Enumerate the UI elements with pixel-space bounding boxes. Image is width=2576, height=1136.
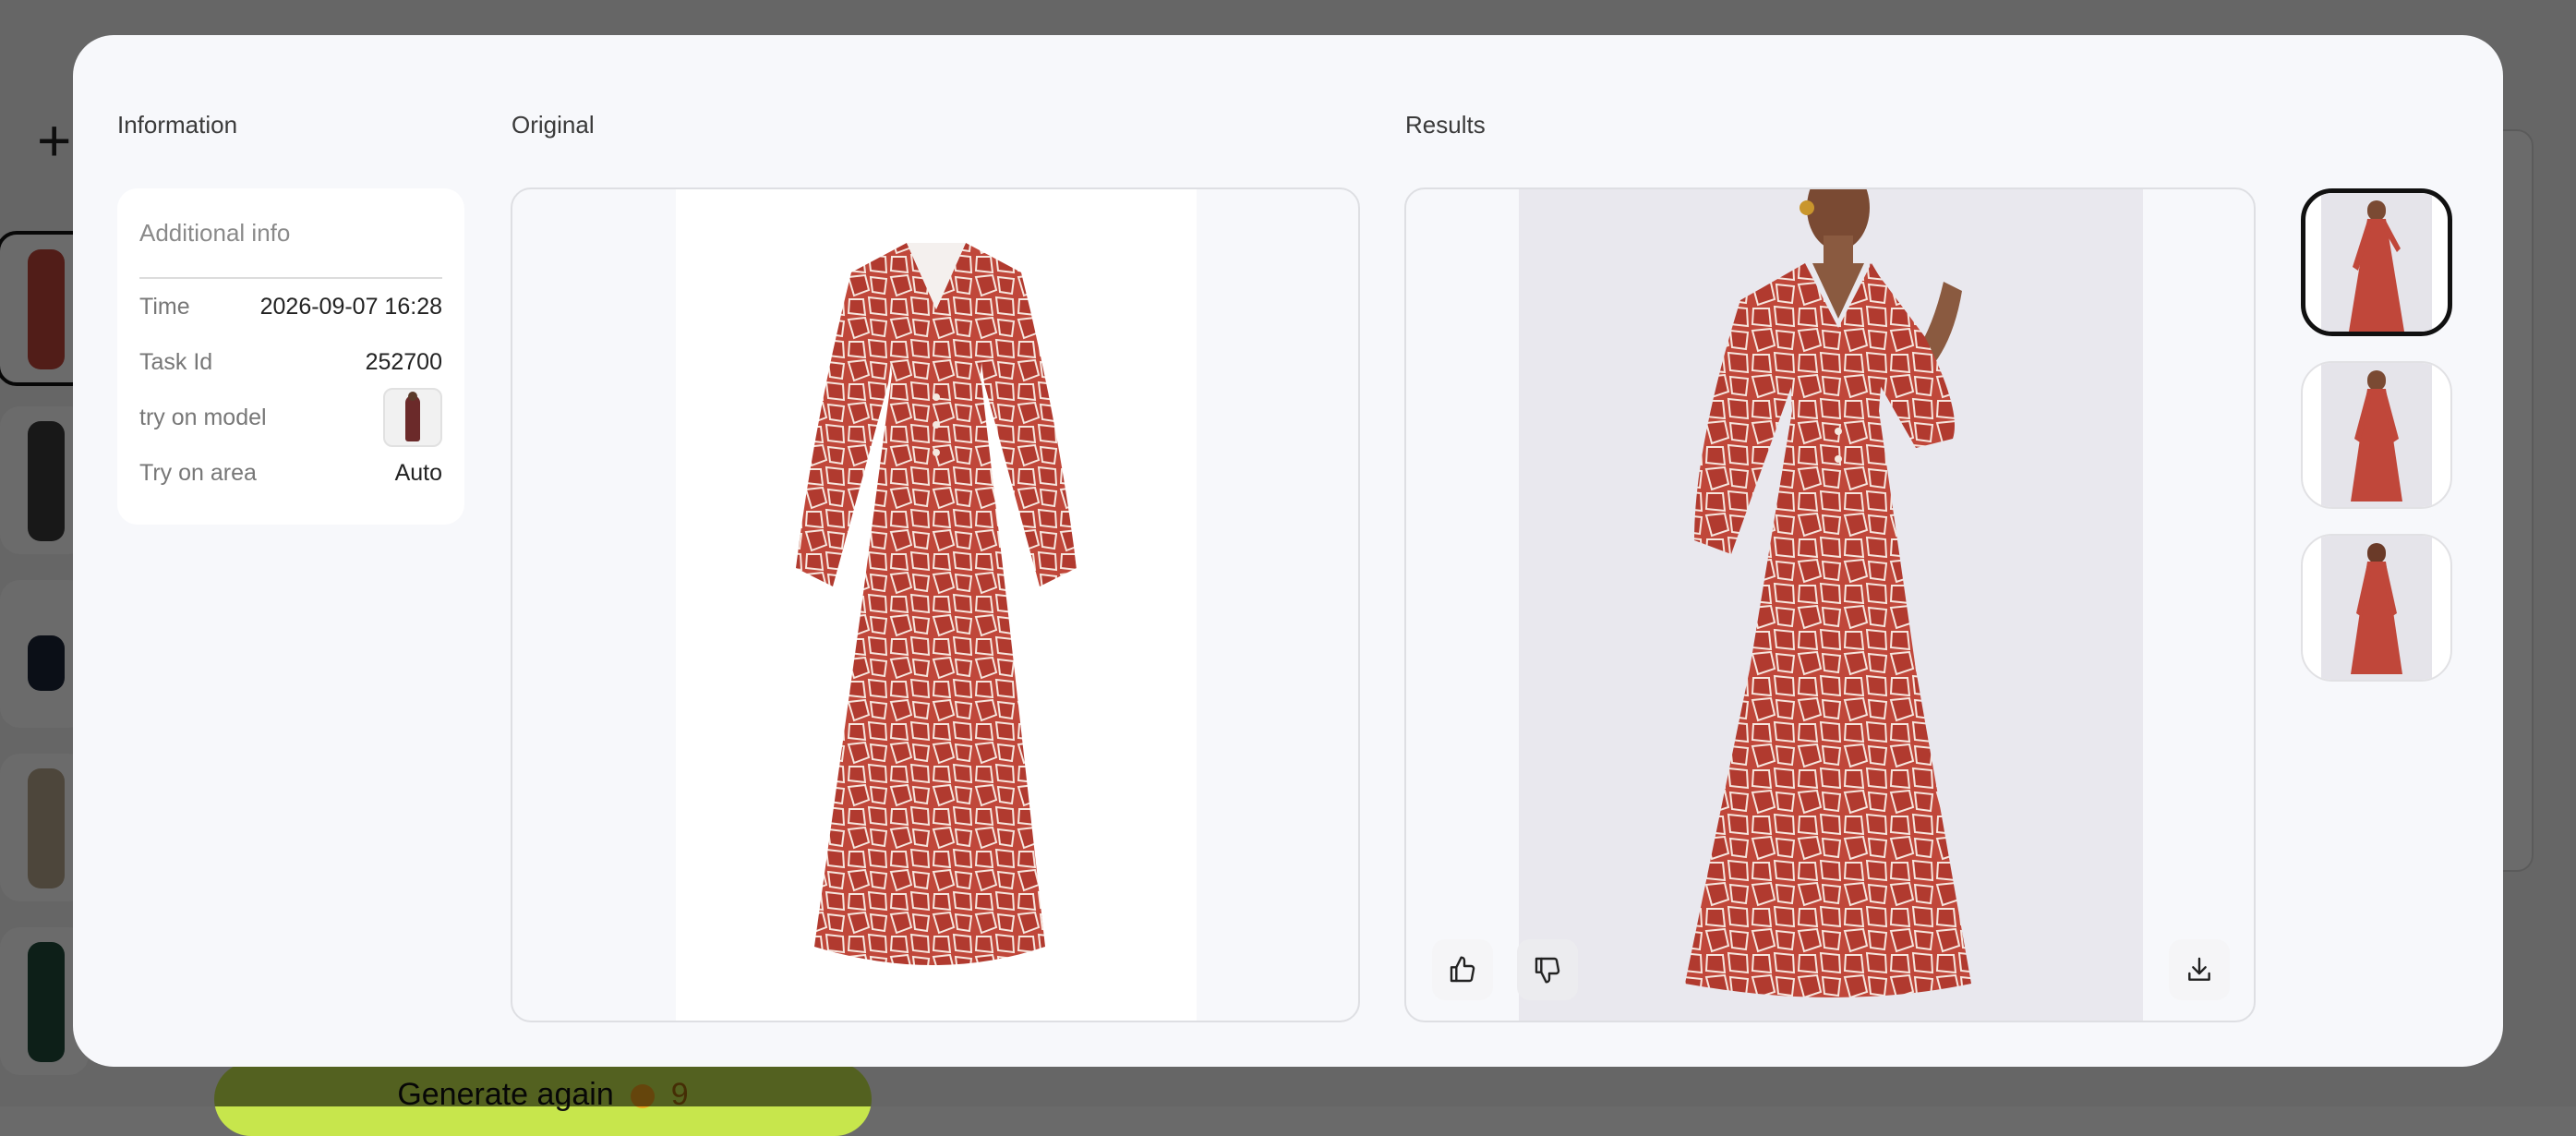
result-detail-modal: Information Original Results Additional … xyxy=(73,35,2503,1067)
info-label: Time xyxy=(139,293,190,320)
info-label: Try on area xyxy=(139,459,257,486)
original-title: Original xyxy=(512,111,595,139)
original-panel xyxy=(511,187,1360,1022)
info-row-area: Try on area Auto xyxy=(139,445,442,501)
info-row-time: Time 2026-09-07 16:28 xyxy=(139,279,442,334)
info-row-task-id: Task Id 252700 xyxy=(139,334,442,390)
information-title: Information xyxy=(117,111,238,139)
additional-info-header: Additional info xyxy=(139,188,442,279)
result-thumbnail-3[interactable] xyxy=(2301,534,2452,682)
download-icon xyxy=(2188,957,2210,981)
info-label: Task Id xyxy=(139,348,213,375)
info-label: try on model xyxy=(139,404,267,430)
thumbs-up-button[interactable] xyxy=(1432,939,1493,1000)
info-value: Auto xyxy=(394,459,442,486)
info-value: 252700 xyxy=(365,348,442,375)
thumbs-up-icon xyxy=(1450,956,1475,983)
results-panel xyxy=(1404,187,2256,1022)
info-card: Additional info Time 2026-09-07 16:28 Ta… xyxy=(117,188,464,525)
thumbs-down-icon xyxy=(1535,957,1560,984)
download-button[interactable] xyxy=(2169,939,2230,1000)
results-title: Results xyxy=(1405,111,1486,139)
result-thumbnail-2[interactable] xyxy=(2301,361,2452,509)
info-row-model: try on model xyxy=(139,388,442,447)
original-garment-image xyxy=(676,189,1197,1021)
thumbs-down-button[interactable] xyxy=(1517,939,1578,1000)
result-thumbnail-1[interactable] xyxy=(2301,188,2452,336)
result-image xyxy=(1519,189,2143,1021)
model-thumbnail[interactable] xyxy=(383,388,442,447)
info-value: 2026-09-07 16:28 xyxy=(259,293,442,320)
